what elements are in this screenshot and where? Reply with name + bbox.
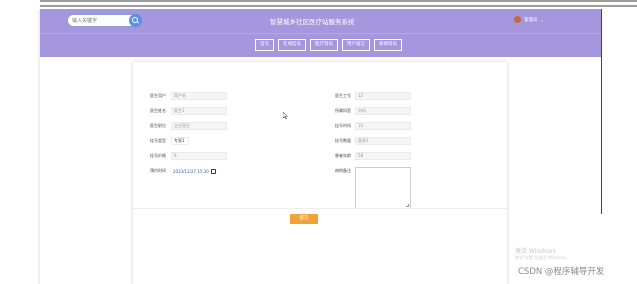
field-registration-price[interactable]: 9 (171, 152, 227, 160)
field-registration-type[interactable]: 专家1 (171, 137, 189, 145)
field-doctor-name[interactable]: 医生1 (171, 107, 227, 115)
case-notes-textarea[interactable] (355, 167, 411, 209)
calendar-icon[interactable] (210, 168, 216, 174)
search-box[interactable] (67, 14, 142, 27)
header-bar: 智慧城乡社区医疗站服务系统 管理员 ⌄ (40, 9, 602, 33)
site-title: 智慧城乡社区医疗站服务系统 (270, 18, 355, 26)
frame-right-edge (601, 9, 602, 214)
nav-item-registration[interactable]: 在线挂号 (278, 39, 306, 51)
field-label-registration-type: 挂号类型 (150, 138, 166, 143)
field-label-doctor-id: 医生工号 (335, 93, 351, 98)
field-label-appointment-time: 预约时间 (150, 168, 166, 173)
resize-grip-icon[interactable] (406, 204, 409, 207)
mouse-cursor-icon (283, 112, 288, 119)
browser-top-strip (40, 0, 637, 2)
field-label-doctor-position: 医生职位 (150, 123, 166, 128)
field-label-patient-age: 患者年龄 (335, 153, 351, 158)
field-label-case-notes: 病例备注 (335, 168, 351, 173)
field-registration-time[interactable]: 10 (355, 122, 411, 130)
windows-activation-subtitle: 转到"设置"以激活 Windows。 (515, 255, 570, 260)
page-frame: 智慧城乡社区医疗站服务系统 管理员 ⌄ 首页 在线挂号 医疗资讯 用户留言 新闻… (40, 9, 602, 284)
field-label-registration-count: 挂号数量 (335, 138, 351, 143)
field-label-department: 所属科室 (335, 108, 351, 113)
nav-item-medical-news[interactable]: 医疗资讯 (310, 39, 338, 51)
nav-bar: 首页 在线挂号 医疗资讯 用户留言 新闻资讯 (40, 33, 602, 57)
field-patient-age[interactable]: 58 (355, 152, 411, 160)
chevron-down-icon[interactable]: ⌄ (541, 17, 544, 22)
field-department[interactable]: 内科 (355, 107, 411, 115)
user-name[interactable]: 管理员 (524, 17, 538, 23)
appointment-datetime[interactable]: 2023/12/27 15:30 (173, 167, 216, 175)
nav-item-messages[interactable]: 用户留言 (342, 39, 370, 51)
field-doctor-position[interactable]: 主任医生 (171, 122, 227, 130)
search-input[interactable] (72, 16, 128, 26)
field-doctor-user[interactable]: 用户名 (171, 92, 227, 100)
field-label-doctor-user: 医生用户 (150, 93, 166, 98)
field-doctor-id[interactable]: 12 (355, 92, 411, 100)
field-registration-count[interactable]: 医师1 (355, 137, 411, 145)
field-label-registration-price: 挂号价格 (150, 153, 166, 158)
field-label-registration-time: 挂号时间 (335, 123, 351, 128)
form-divider (133, 208, 507, 209)
csdn-watermark: CSDN @程序辅导开发 (518, 267, 605, 277)
nav-item-home[interactable]: 首页 (255, 39, 274, 51)
browser-top-strip-2 (40, 5, 637, 7)
avatar[interactable] (514, 16, 521, 23)
user-menu[interactable]: 管理员 ⌄ (514, 16, 544, 23)
appointment-datetime-value[interactable]: 2023/12/27 15:30 (173, 169, 209, 174)
windows-activation-title: 激活 Windows (515, 248, 556, 255)
search-icon[interactable] (129, 14, 142, 27)
submit-button[interactable]: 提交 (290, 214, 318, 224)
nav-item-news[interactable]: 新闻资讯 (374, 39, 402, 51)
form-card: 医生用户 用户名 医生姓名 医生1 医生职位 主任医生 挂号类型 专家1 挂号价… (133, 62, 507, 284)
field-label-doctor-name: 医生姓名 (150, 108, 166, 113)
nav-items: 首页 在线挂号 医疗资讯 用户留言 新闻资讯 (255, 39, 402, 51)
